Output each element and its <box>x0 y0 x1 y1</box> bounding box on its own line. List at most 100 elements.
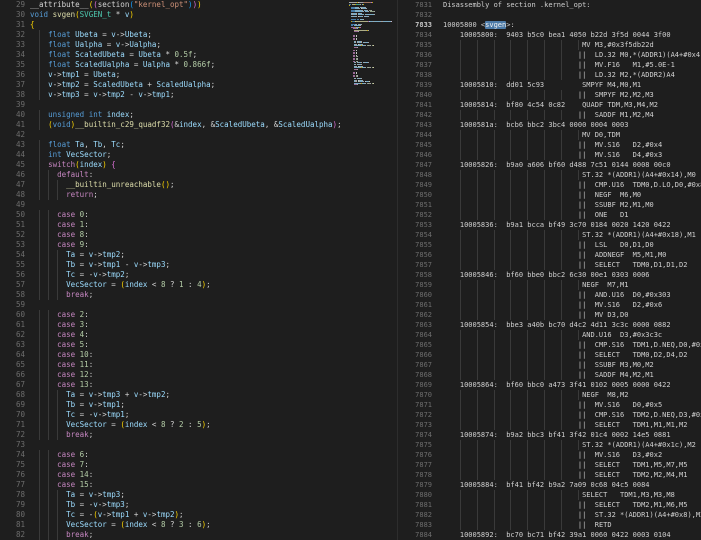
line-number[interactable]: 7874 <box>398 430 432 440</box>
line-number[interactable]: 76 <box>0 470 25 480</box>
line-number[interactable]: 59 <box>0 300 25 310</box>
line-number[interactable]: 7883 <box>398 520 432 530</box>
code-line[interactable]: VecSector = (index < 8 ? 2 : 5); <box>30 420 347 430</box>
line-number[interactable]: 7839 <box>398 80 432 90</box>
code-line[interactable]: __builtin_unreachable(); <box>30 180 347 190</box>
disasm-line[interactable]: || CMP.U16 TDM0,D.LO,D0,#0x8 <box>443 180 701 190</box>
disasm-line[interactable]: || SELECT TDM1,M5,M7,M5 <box>443 460 701 470</box>
code-line[interactable]: return; <box>30 190 347 200</box>
line-number[interactable]: 7863 <box>398 320 432 330</box>
disasm-line[interactable]: || SADDF M1,M2,M4 <box>443 110 701 120</box>
line-number[interactable]: 58 <box>0 290 25 300</box>
disasm-line[interactable]: 10005800 <svgen>: <box>443 20 701 30</box>
code-line[interactable] <box>30 130 347 140</box>
line-number[interactable]: 7846 <box>398 150 432 160</box>
disasm-line[interactable]: 10005836: b9a1 bcca bf49 3c70 0184 0020 … <box>443 220 701 230</box>
line-number[interactable]: 7848 <box>398 170 432 180</box>
line-number[interactable]: 74 <box>0 450 25 460</box>
code-line[interactable]: __attribute__((section("kernel_opt"))) <box>30 0 347 10</box>
code-line[interactable]: Tc = -v->tmp1; <box>30 410 347 420</box>
code-line[interactable]: Tc = -(v->tmp1 + v->tmp2); <box>30 510 347 520</box>
line-number[interactable]: 44 <box>0 150 25 160</box>
code-line[interactable]: break; <box>30 530 347 540</box>
disasm-line[interactable]: || RETD <box>443 520 701 530</box>
line-number[interactable]: 46 <box>0 170 25 180</box>
code-line[interactable]: case 1: <box>30 220 347 230</box>
line-number[interactable]: 7877 <box>398 460 432 470</box>
line-number[interactable]: 31 <box>0 20 25 30</box>
code-line[interactable]: float Ualpha = v->Ualpha; <box>30 40 347 50</box>
line-number[interactable]: 7837 <box>398 60 432 70</box>
line-number[interactable]: 7865 <box>398 340 432 350</box>
code-line[interactable]: { <box>30 20 347 30</box>
disasm-line[interactable]: NEGF M8,M2 <box>443 390 701 400</box>
code-line[interactable]: case 10: <box>30 350 347 360</box>
disasm-line[interactable]: || CMP.S16 TDM1,D.NEQ,D0,#0x0 <box>443 340 701 350</box>
line-number[interactable]: 7831 <box>398 0 432 10</box>
line-number[interactable]: 7857 <box>398 260 432 270</box>
code-line[interactable]: break; <box>30 290 347 300</box>
line-number[interactable]: 7859 <box>398 280 432 290</box>
disasm-line[interactable]: || SELECT TDM0,D1,D1,D2 <box>443 260 701 270</box>
line-number[interactable]: 34 <box>0 50 25 60</box>
line-number[interactable]: 7851 <box>398 200 432 210</box>
code-line[interactable]: Tb = v->tmp1 - v->tmp3; <box>30 260 347 270</box>
line-number[interactable]: 7850 <box>398 190 432 200</box>
code-line[interactable]: (void)__builtin_c29_quadf32(&index, &Sca… <box>30 120 347 130</box>
line-number[interactable]: 81 <box>0 520 25 530</box>
disasm-line[interactable]: || MV.S16 D4,#0x3 <box>443 150 701 160</box>
line-number[interactable]: 39 <box>0 100 25 110</box>
line-number[interactable]: 75 <box>0 460 25 470</box>
code-line[interactable]: case 13: <box>30 380 347 390</box>
line-number[interactable]: 64 <box>0 350 25 360</box>
line-number[interactable]: 7852 <box>398 210 432 220</box>
line-number[interactable]: 45 <box>0 160 25 170</box>
disasm-line[interactable]: || SELECT TDM1,M1,M1,M2 <box>443 420 701 430</box>
code-line[interactable]: break; <box>30 430 347 440</box>
line-number[interactable]: 7856 <box>398 250 432 260</box>
code-line[interactable]: case 7: <box>30 460 347 470</box>
disasm-line[interactable]: || MV D3,D0 <box>443 310 701 320</box>
code-line[interactable]: case 6: <box>30 450 347 460</box>
disasm-line[interactable]: || SELECT TDM0,D2,D4,D2 <box>443 350 701 360</box>
disasm-line[interactable]: 10005892: bc70 bc71 bf42 39a1 0060 0422 … <box>443 530 701 540</box>
code-line[interactable]: v->tmp1 = Ubeta; <box>30 70 347 80</box>
line-number[interactable]: 78 <box>0 490 25 500</box>
line-number[interactable]: 7833 <box>398 20 432 30</box>
line-number[interactable]: 7868 <box>398 370 432 380</box>
code-line[interactable]: float Ubeta = v->Ubeta; <box>30 30 347 40</box>
code-line[interactable]: case 5: <box>30 340 347 350</box>
disasm-line[interactable]: AND.U16 D3,#0x3c3c <box>443 330 701 340</box>
disasm-line[interactable]: || MV.S16 D0,#0x5 <box>443 400 701 410</box>
disasm-line[interactable]: ST.32 *(ADDR1)(A4+#0x14),M0 <box>443 170 701 180</box>
line-number[interactable]: 57 <box>0 280 25 290</box>
line-number[interactable]: 60 <box>0 310 25 320</box>
line-number[interactable]: 7881 <box>398 500 432 510</box>
line-number[interactable]: 7842 <box>398 110 432 120</box>
code-line[interactable]: Tb = -v->tmp3; <box>30 500 347 510</box>
line-number[interactable]: 61 <box>0 320 25 330</box>
line-number[interactable]: 48 <box>0 190 25 200</box>
line-number[interactable]: 7861 <box>398 300 432 310</box>
line-number[interactable]: 55 <box>0 260 25 270</box>
minimap[interactable] <box>347 0 397 540</box>
code-line[interactable] <box>30 440 347 450</box>
line-number[interactable]: 7849 <box>398 180 432 190</box>
line-number[interactable]: 7875 <box>398 440 432 450</box>
line-number[interactable]: 7862 <box>398 310 432 320</box>
line-number[interactable]: 79 <box>0 500 25 510</box>
line-number[interactable]: 51 <box>0 220 25 230</box>
line-number[interactable]: 7870 <box>398 390 432 400</box>
disasm-line[interactable]: || ST.32 *(ADDR1)(A4+#0x8),M2 <box>443 510 701 520</box>
line-number[interactable]: 30 <box>0 10 25 20</box>
code-line[interactable]: case 8: <box>30 230 347 240</box>
line-number[interactable]: 36 <box>0 70 25 80</box>
line-number[interactable]: 7867 <box>398 360 432 370</box>
disasm-line[interactable]: || LD.32 M0,*(ADDR1)(A4+#0x4) <box>443 50 701 60</box>
line-number[interactable]: 7841 <box>398 100 432 110</box>
code-line[interactable]: case 12: <box>30 370 347 380</box>
line-number[interactable]: 7869 <box>398 380 432 390</box>
disasm-line[interactable]: 1000581a: bcb6 bbc2 3bc4 0000 0004 0003 <box>443 120 701 130</box>
disasm-line[interactable] <box>443 10 701 20</box>
disasm-line[interactable]: || LSL D0,D1,D0 <box>443 240 701 250</box>
